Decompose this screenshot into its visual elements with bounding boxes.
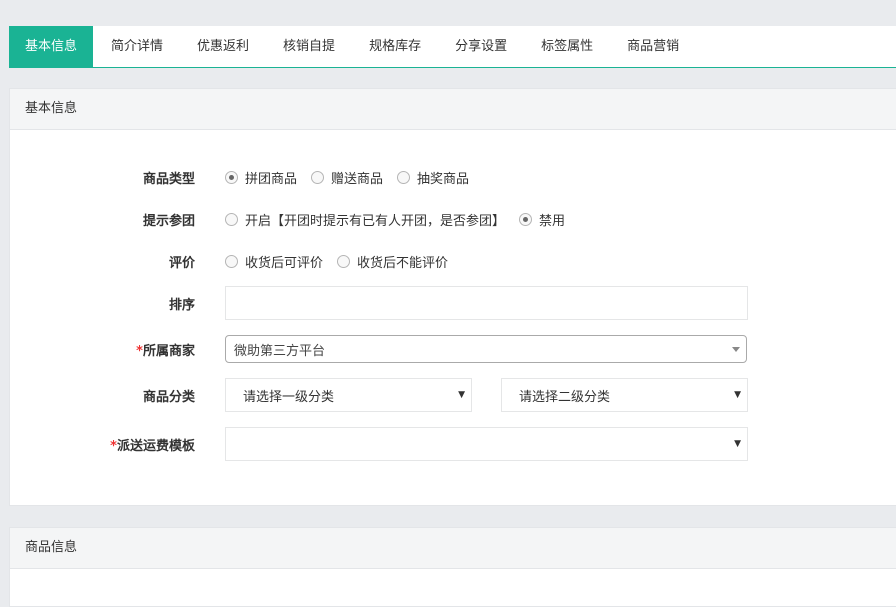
goods-type-radio-group-buy[interactable]: 拼团商品 — [225, 168, 297, 187]
review-option-label: 收货后不能评价 — [357, 255, 449, 271]
join-tip-options: 开启【开团时提示有已有人开团，是否参团】 禁用 — [225, 210, 579, 229]
basic-info-panel: 基本信息 商品类型 拼团商品 赠送商品 抽奖商品 提示参团 开启【开团时提示有已… — [9, 88, 896, 506]
chevron-down-icon: ▼ — [458, 390, 465, 400]
radio-unchecked-icon — [337, 254, 351, 268]
join-tip-option-label: 开启【开团时提示有已有人开团，是否参团】 — [245, 213, 506, 229]
tab-share-settings[interactable]: 分享设置 — [439, 26, 523, 67]
review-option-label: 收货后可评价 — [245, 255, 324, 271]
goods-type-option-label: 拼团商品 — [245, 171, 298, 187]
tab-tag-attributes[interactable]: 标签属性 — [525, 26, 609, 67]
review-row: 评价 收货后可评价 收货后不能评价 — [10, 249, 896, 273]
merchant-label: *所属商家 — [10, 340, 195, 359]
tab-intro-detail[interactable]: 简介详情 — [95, 26, 179, 67]
merchant-selected-value: 微助第三方平台 — [234, 343, 326, 359]
goods-info-panel: 商品信息 — [9, 527, 896, 607]
goods-type-radio-gift[interactable]: 赠送商品 — [311, 168, 383, 187]
required-mark: * — [136, 343, 143, 359]
tab-spec-stock[interactable]: 规格库存 — [353, 26, 437, 67]
basic-info-panel-title: 基本信息 — [10, 89, 896, 130]
sort-input[interactable] — [225, 286, 748, 320]
required-mark: * — [110, 438, 117, 454]
merchant-label-text: 所属商家 — [142, 343, 195, 359]
shipping-template-select[interactable]: ▼ — [225, 427, 748, 461]
radio-unchecked-icon — [225, 254, 238, 268]
radio-unchecked-icon — [397, 170, 411, 184]
join-tip-label: 提示参团 — [142, 213, 195, 229]
category-level2-value: 请选择二级分类 — [519, 389, 611, 405]
shipping-label-text: 派送运费模板 — [116, 438, 195, 454]
tab-discount-rebate[interactable]: 优惠返利 — [181, 26, 265, 67]
category-label: 商品分类 — [142, 389, 195, 405]
chevron-down-icon: ▼ — [734, 390, 741, 400]
category-level1-value: 请选择一级分类 — [243, 389, 335, 405]
category-level2-select[interactable]: 请选择二级分类 ▼ — [501, 378, 748, 412]
sort-label: 排序 — [168, 297, 195, 313]
goods-type-options: 拼团商品 赠送商品 抽奖商品 — [225, 168, 483, 187]
radio-checked-icon — [519, 212, 533, 226]
join-tip-row: 提示参团 开启【开团时提示有已有人开团，是否参团】 禁用 — [10, 207, 896, 231]
join-tip-radio-enable[interactable]: 开启【开团时提示有已有人开团，是否参团】 — [225, 210, 505, 229]
join-tip-option-label: 禁用 — [539, 213, 566, 229]
goods-type-radio-lottery[interactable]: 抽奖商品 — [397, 168, 469, 187]
chevron-down-icon: ▼ — [734, 439, 741, 449]
chevron-down-icon — [732, 347, 740, 352]
tab-bar: 基本信息 简介详情 优惠返利 核销自提 规格库存 分享设置 标签属性 商品营销 — [9, 26, 896, 68]
merchant-select[interactable]: 微助第三方平台 — [225, 335, 747, 363]
tab-verify-pickup[interactable]: 核销自提 — [267, 26, 351, 67]
goods-type-option-label: 赠送商品 — [331, 171, 384, 187]
goods-type-option-label: 抽奖商品 — [417, 171, 470, 187]
goods-info-panel-title: 商品信息 — [10, 528, 896, 569]
tab-goods-marketing[interactable]: 商品营销 — [611, 26, 695, 67]
category-level1-select[interactable]: 请选择一级分类 ▼ — [225, 378, 472, 412]
goods-type-row: 商品类型 拼团商品 赠送商品 抽奖商品 — [10, 165, 896, 189]
radio-unchecked-icon — [225, 212, 238, 226]
goods-type-label: 商品类型 — [142, 171, 195, 187]
join-tip-radio-disable[interactable]: 禁用 — [519, 210, 565, 229]
review-label: 评价 — [168, 255, 195, 271]
review-options: 收货后可评价 收货后不能评价 — [225, 252, 462, 271]
review-radio-disallowed[interactable]: 收货后不能评价 — [337, 252, 448, 271]
shipping-label: *派送运费模板 — [10, 435, 195, 454]
tab-basic-info[interactable]: 基本信息 — [9, 26, 94, 67]
radio-unchecked-icon — [311, 170, 325, 184]
radio-checked-icon — [225, 170, 238, 184]
review-radio-allowed[interactable]: 收货后可评价 — [225, 252, 323, 271]
